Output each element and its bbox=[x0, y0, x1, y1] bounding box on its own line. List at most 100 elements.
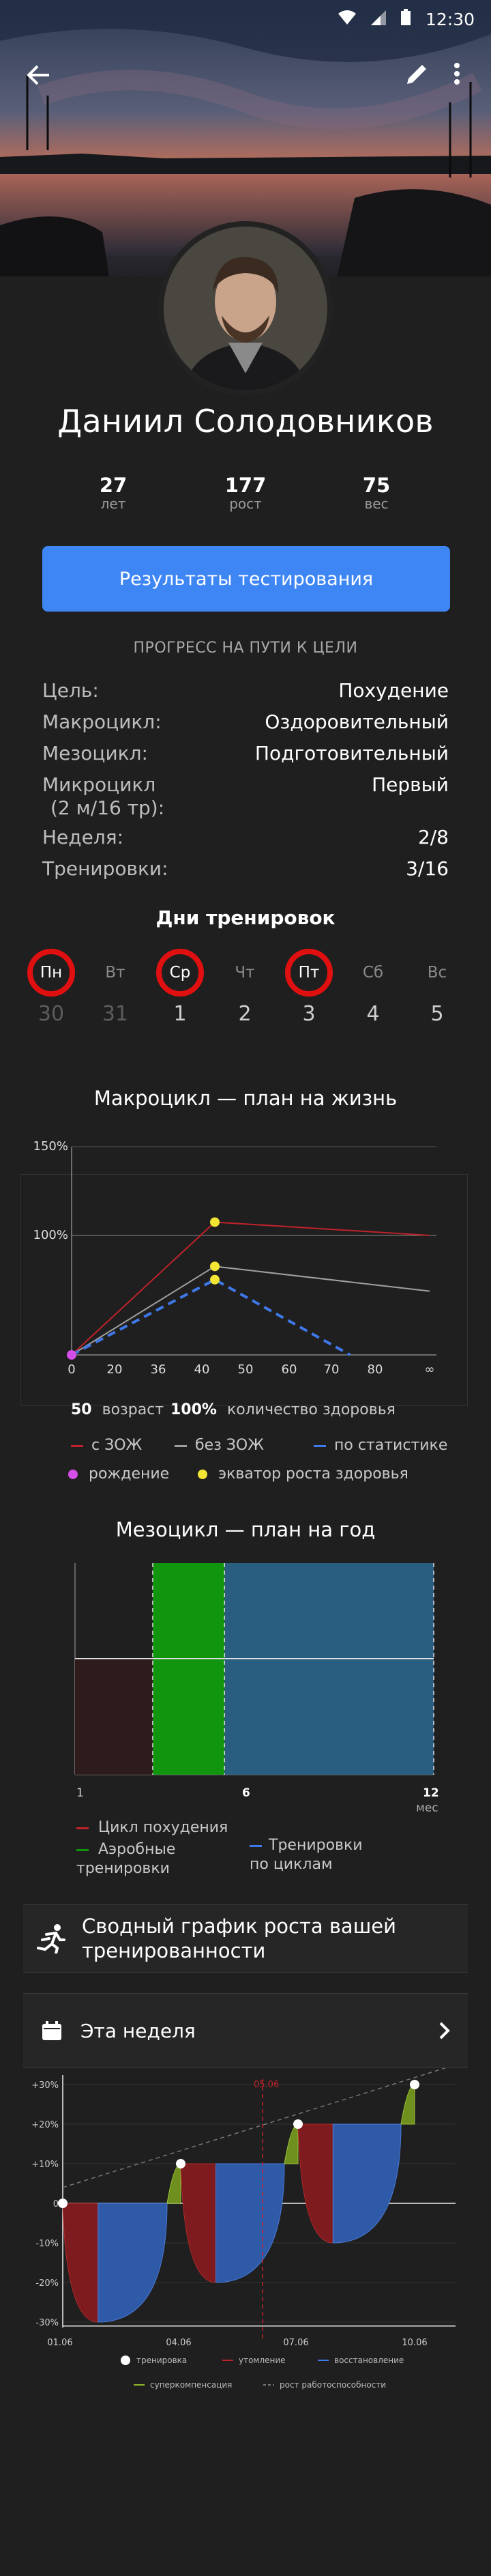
legend-dot bbox=[68, 1470, 78, 1479]
macro-note-age-value: 50 bbox=[71, 1401, 92, 1418]
day-fri[interactable]: Пт 3 bbox=[285, 949, 333, 1026]
macro-note-health-value: 100% bbox=[170, 1401, 217, 1418]
recovery-area bbox=[215, 2163, 285, 2283]
legend-label: без ЗОЖ bbox=[195, 1437, 264, 1454]
legend-label: Аэробные тренировки bbox=[76, 1841, 176, 1877]
day-wed[interactable]: Ср 1 bbox=[156, 949, 204, 1026]
progress-value: Первый bbox=[372, 773, 449, 796]
workout-point bbox=[293, 2119, 303, 2129]
legend-label: восстановление bbox=[334, 2356, 404, 2365]
day-label: Пт bbox=[285, 949, 333, 997]
stat-height-label: рост bbox=[229, 496, 262, 512]
stat-age-label: лет bbox=[100, 496, 126, 512]
legend-label: тренировка bbox=[136, 2356, 187, 2365]
x-tick-label: 40 bbox=[194, 1362, 210, 1377]
pencil-icon bbox=[407, 65, 426, 84]
stat-age: 27 лет bbox=[59, 474, 168, 511]
day-thu[interactable]: Чт 2 bbox=[221, 949, 269, 1026]
x-tick-label: 04.06 bbox=[166, 2338, 191, 2348]
wifi-icon bbox=[338, 9, 356, 30]
y-tick-label: -30% bbox=[35, 2318, 59, 2328]
macro-note-age-label: возраст bbox=[102, 1401, 164, 1418]
legend-swatch bbox=[76, 1848, 89, 1851]
workout-point bbox=[176, 2159, 185, 2169]
chevron-right-icon bbox=[439, 2022, 450, 2040]
stat-height-value: 177 bbox=[224, 474, 267, 497]
day-date: 1 bbox=[173, 1002, 187, 1026]
test-results-button[interactable]: Результаты тестирования bbox=[42, 546, 450, 612]
progress-value: Подготовительный bbox=[254, 742, 449, 764]
marker-date-label: 05.06 bbox=[254, 2080, 279, 2090]
stat-age-value: 27 bbox=[99, 474, 128, 497]
x-tick-label: 0 bbox=[68, 1362, 75, 1377]
day-tue[interactable]: Вт 31 bbox=[91, 949, 139, 1026]
progress-value: 3/16 bbox=[406, 857, 449, 880]
x-tick-label: 80 bbox=[368, 1362, 383, 1377]
y-tick-label: +30% bbox=[31, 2080, 59, 2091]
workout-point bbox=[58, 2199, 68, 2208]
legend-label: рост работоспособности bbox=[280, 2380, 386, 2390]
progress-key-line2: (2 м/16 тр): bbox=[50, 797, 165, 819]
macro-note-health-label: количество здоровья bbox=[226, 1401, 396, 1418]
legend-label: Цикл похудения bbox=[98, 1819, 228, 1836]
series-line bbox=[71, 1278, 351, 1356]
signal-icon bbox=[370, 9, 386, 30]
summary-card[interactable]: Сводный график роста вашей тренированнос… bbox=[23, 1904, 468, 1973]
legend-swatch bbox=[71, 1444, 83, 1447]
edit-button[interactable] bbox=[398, 55, 436, 93]
y-tick-label: +10% bbox=[31, 2160, 59, 2170]
running-icon bbox=[37, 1924, 65, 1954]
fatigue-area bbox=[297, 2123, 333, 2244]
avatar bbox=[158, 221, 333, 396]
day-label: Чт bbox=[235, 964, 255, 982]
legend-label: суперкомпенсация bbox=[150, 2380, 232, 2390]
recovery-area bbox=[332, 2123, 402, 2244]
day-sat[interactable]: Сб 4 bbox=[349, 949, 397, 1026]
day-date: 31 bbox=[102, 1002, 129, 1026]
legend-item-cycles: Тренировки по циклам bbox=[250, 1836, 379, 1874]
this-week-card[interactable]: Эта неделя bbox=[23, 1993, 468, 2068]
legend-item-birth: рождение bbox=[68, 1465, 169, 1484]
progress-row-week: Неделя: 2/8 bbox=[42, 826, 449, 849]
stat-weight-value: 75 bbox=[362, 474, 391, 497]
month-block bbox=[152, 1563, 225, 1775]
legend-label: Тренировки по циклам bbox=[250, 1837, 363, 1873]
x-tick-label: 01.06 bbox=[47, 2338, 72, 2348]
workout-point bbox=[410, 2080, 419, 2089]
data-point bbox=[210, 1274, 220, 1285]
more-button[interactable] bbox=[442, 55, 472, 93]
y-tick-label: -20% bbox=[35, 2278, 59, 2289]
progress-key: Неделя: bbox=[42, 826, 124, 848]
progress-key-line1: Микроцикл bbox=[42, 773, 156, 796]
x-tick-label: 20 bbox=[107, 1362, 123, 1377]
arrow-back-icon bbox=[27, 65, 49, 85]
day-sun[interactable]: Вс 5 bbox=[413, 949, 461, 1026]
x-tick-label: 07.06 bbox=[283, 2338, 308, 2348]
mesocycle-chart-title: Мезоцикл — план на год bbox=[115, 1518, 376, 1541]
y-tick-label: +20% bbox=[31, 2120, 59, 2130]
legend-item-statistics: по статистике bbox=[314, 1436, 447, 1455]
mesocycle-chart: 1 6 12 мес bbox=[74, 1563, 439, 1815]
day-date: 3 bbox=[302, 1002, 316, 1026]
day-mon[interactable]: Пн 30 bbox=[27, 949, 75, 1026]
more-vert-icon bbox=[454, 63, 460, 85]
progress-key: Микроцикл (2 м/16 тр): bbox=[42, 773, 164, 820]
fatigue-area bbox=[180, 2163, 217, 2283]
progress-row-macrocycle: Макроцикл: Оздоровительный bbox=[42, 711, 449, 734]
legend-item-healthy: с ЗОЖ bbox=[71, 1436, 142, 1455]
day-date: 30 bbox=[38, 1002, 65, 1026]
macrocycle-chart: 150% 100% 0 20 36 40 50 60 70 80 ∞ bbox=[33, 1139, 436, 1377]
x-tick-label: 36 bbox=[151, 1362, 166, 1377]
calendar-icon bbox=[42, 2021, 61, 2040]
progress-row-microcycle: Микроцикл (2 м/16 тр): Первый bbox=[42, 773, 449, 820]
y-tick-label: 150% bbox=[33, 1139, 68, 1154]
user-photo bbox=[164, 227, 327, 390]
legend-swatch bbox=[76, 1827, 89, 1829]
legend-item-unhealthy: без ЗОЖ bbox=[175, 1436, 264, 1455]
back-button[interactable] bbox=[19, 56, 57, 94]
progress-value: 2/8 bbox=[417, 826, 449, 848]
progress-row-goal: Цель: Похудение bbox=[42, 679, 449, 702]
progress-key: Мезоцикл: bbox=[42, 742, 148, 764]
day-label: Ср bbox=[156, 949, 204, 997]
y-tick-label: 100% bbox=[33, 1228, 68, 1242]
